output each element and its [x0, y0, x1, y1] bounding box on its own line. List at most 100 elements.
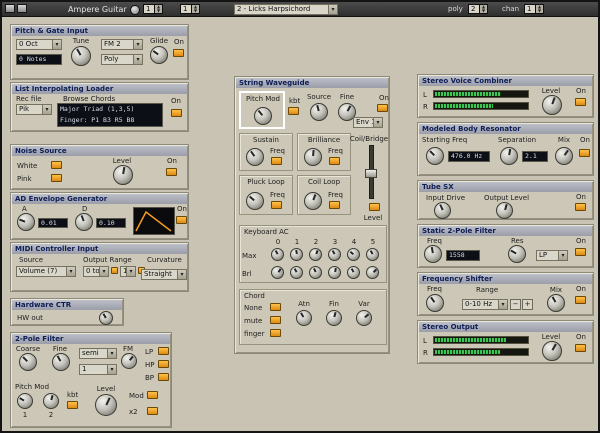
filter-fm-knob[interactable] [121, 353, 137, 369]
wg-source-knob[interactable] [310, 103, 328, 121]
range-from-led[interactable] [111, 267, 118, 274]
coarse-knob[interactable] [19, 353, 37, 371]
sustain-knob[interactable] [246, 148, 264, 166]
pluck-freq-button[interactable] [271, 201, 282, 209]
ad-env-on-led[interactable] [176, 216, 187, 224]
stepper-b-arrows[interactable]: ▲▼ [192, 4, 200, 14]
range-from-select[interactable]: 0 to [83, 266, 109, 277]
kbd-brl-knob-2[interactable] [309, 266, 322, 279]
shifter-minus-button[interactable]: − [510, 299, 521, 310]
preset-select[interactable]: 2 - Licks Harpsichord [234, 4, 338, 15]
wg-level-led[interactable] [369, 203, 380, 211]
window-tool-icon[interactable] [17, 4, 27, 13]
wg-pitchmod-knob[interactable] [254, 107, 272, 125]
wg-env-select[interactable]: Env 1 [353, 117, 383, 128]
filter-mod-button[interactable] [147, 391, 158, 399]
static-res-knob[interactable] [508, 245, 526, 263]
chan-stepper[interactable]: 1 ▲▼ [524, 4, 544, 14]
noise-level-knob[interactable] [113, 165, 133, 185]
kbd-max-knob-2[interactable] [309, 248, 322, 261]
window-menu-icon[interactable] [5, 4, 15, 13]
decay-knob[interactable] [75, 213, 93, 231]
midi-source-select[interactable]: Volume (7) [16, 266, 76, 277]
static-mode-select[interactable]: LP [536, 250, 568, 261]
loader-file-select[interactable]: Pik [16, 104, 52, 115]
resonator-on-led[interactable] [579, 149, 590, 157]
fm-mode-select[interactable]: FM 2 [101, 39, 143, 50]
output-on-led[interactable] [575, 344, 586, 352]
output-level-knob[interactable] [496, 202, 513, 219]
coil-bridge-slider[interactable] [365, 145, 377, 199]
chan-arrows[interactable]: ▲▼ [536, 4, 544, 14]
shifter-on-led[interactable] [575, 296, 586, 304]
coil-freq-button[interactable] [329, 201, 340, 209]
hp-button[interactable] [158, 360, 169, 368]
pitchmod-knob-1[interactable] [17, 393, 33, 409]
poly-stepper[interactable]: 2 ▲▼ [468, 4, 488, 14]
kbd-brl-knob-3[interactable] [328, 266, 341, 279]
shifter-plus-button[interactable]: + [522, 299, 533, 310]
chord-finger-button[interactable] [270, 329, 281, 337]
separation-knob[interactable] [500, 147, 518, 165]
output-level-knob[interactable] [542, 341, 562, 361]
chord-var-knob[interactable] [356, 310, 372, 326]
attack-knob[interactable] [17, 213, 35, 231]
wg-on-led[interactable] [377, 104, 388, 112]
octave-select[interactable]: 0 Oct [16, 39, 62, 50]
chord-fin-knob[interactable] [326, 310, 342, 326]
stepper-a-arrows[interactable]: ▲▼ [155, 4, 163, 14]
static-freq-knob[interactable] [424, 245, 442, 263]
coil-loop-knob[interactable] [304, 192, 322, 210]
pitch-gate-on-led[interactable] [173, 49, 184, 57]
starting-freq-knob[interactable] [426, 147, 444, 165]
resonator-mix-knob[interactable] [555, 147, 573, 165]
glide-knob[interactable] [150, 46, 168, 64]
shifter-mix-knob[interactable] [547, 294, 565, 312]
bp-button[interactable] [158, 373, 169, 381]
kbd-max-knob-1[interactable] [290, 248, 303, 261]
filter-kbt-button[interactable] [67, 401, 78, 409]
pink-button[interactable] [51, 174, 62, 182]
pitchmod-knob-2[interactable] [43, 393, 59, 409]
sustain-freq-button[interactable] [271, 157, 282, 165]
white-button[interactable] [51, 161, 62, 169]
tube-on-led[interactable] [575, 203, 586, 211]
toolbar-stepper-b[interactable]: 1 ▲▼ [180, 4, 200, 14]
fm-source-select[interactable]: 1 [79, 364, 117, 375]
input-drive-knob[interactable] [434, 202, 451, 219]
toolbar-stepper-a[interactable]: 1 ▲▼ [143, 4, 163, 14]
filter-x2-button[interactable] [147, 407, 158, 415]
kbd-brl-knob-4[interactable] [347, 266, 360, 279]
noise-on-led[interactable] [166, 168, 177, 176]
hw-knob[interactable] [99, 311, 113, 325]
chord-none-button[interactable] [270, 303, 281, 311]
curvature-select[interactable]: Straight [141, 269, 187, 280]
combiner-on-led[interactable] [575, 98, 586, 106]
fine-knob[interactable] [52, 353, 70, 371]
range-to-select[interactable]: 1 [120, 266, 136, 277]
wg-kbt-button[interactable] [288, 107, 299, 115]
poly-arrows[interactable]: ▲▼ [480, 4, 488, 14]
brilliance-knob[interactable] [304, 148, 322, 166]
lp-button[interactable] [158, 347, 169, 355]
semi-select[interactable]: semi [79, 348, 117, 359]
tune-knob[interactable] [71, 46, 91, 66]
kbd-max-knob-5[interactable] [366, 248, 379, 261]
chord-mute-button[interactable] [270, 316, 281, 324]
filter-level-knob[interactable] [95, 394, 117, 416]
kbd-max-knob-0[interactable] [271, 248, 284, 261]
loader-on-led[interactable] [171, 109, 182, 117]
poly-mode-select[interactable]: Poly [101, 54, 143, 65]
shifter-freq-knob[interactable] [426, 294, 444, 312]
kbd-brl-knob-0[interactable] [271, 266, 284, 279]
chord-atn-knob[interactable] [296, 310, 312, 326]
coil-bridge-handle[interactable] [365, 169, 377, 178]
kbd-max-knob-3[interactable] [328, 248, 341, 261]
knob-tool-icon[interactable] [130, 5, 140, 15]
kbd-brl-knob-5[interactable] [366, 266, 379, 279]
combiner-level-knob[interactable] [542, 95, 562, 115]
pluck-loop-knob[interactable] [246, 192, 264, 210]
kbd-brl-knob-1[interactable] [290, 266, 303, 279]
static-on-led[interactable] [575, 248, 586, 256]
shifter-range-select[interactable]: 0-10 Hz [462, 299, 508, 310]
